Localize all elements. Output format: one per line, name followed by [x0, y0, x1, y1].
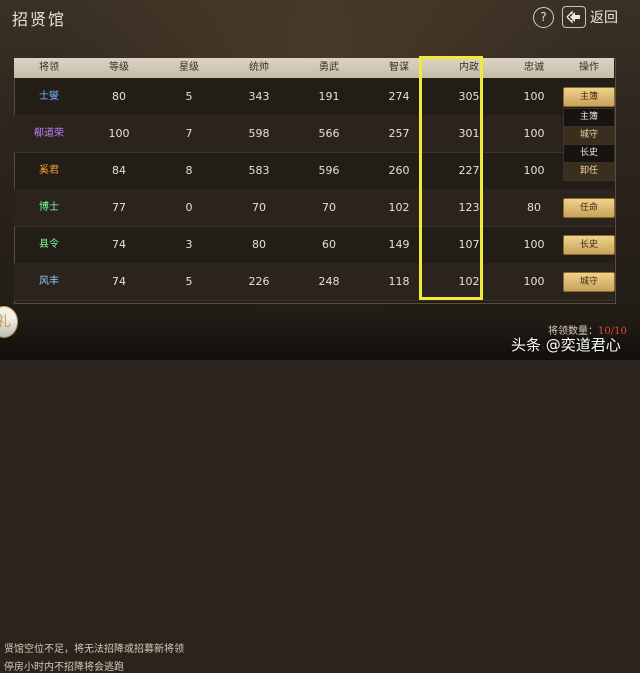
- dropdown-item-zhubu[interactable]: 主簿: [563, 108, 615, 127]
- header-action: 操作: [579, 62, 599, 73]
- general-valor: 60: [322, 238, 336, 251]
- general-valor: 566: [318, 127, 340, 140]
- header-name: 将领: [39, 62, 59, 73]
- general-command: 583: [248, 164, 270, 177]
- general-name: 士燮: [39, 91, 59, 102]
- window-title: 招贤馆: [12, 10, 67, 29]
- table-row[interactable]: 风丰 74 5 226 248 118 102 100 城守: [14, 263, 615, 301]
- general-valor: 70: [322, 201, 336, 214]
- dropdown-item-zhangshi[interactable]: 长史: [563, 144, 615, 163]
- header-valor: 勇武: [319, 62, 339, 73]
- action-button[interactable]: 长史: [563, 235, 615, 255]
- action-button[interactable]: 任命: [563, 198, 615, 218]
- general-valor: 596: [318, 164, 340, 177]
- table-row[interactable]: 县令 74 3 80 60 149 107 100 长史: [14, 226, 615, 264]
- back-label: 返回: [590, 10, 618, 26]
- general-loyalty: 100: [523, 127, 545, 140]
- general-name: 奚君: [39, 165, 59, 176]
- watermark: 头条 @奕道君心: [511, 336, 621, 354]
- general-stars: 3: [185, 238, 193, 251]
- dropdown-item-xieren[interactable]: 卸任: [563, 162, 615, 181]
- general-stars: 0: [185, 201, 193, 214]
- general-loyalty: 80: [527, 201, 541, 214]
- table-row[interactable]: 郗道荣 100 7 598 566 257 301 100: [14, 115, 614, 153]
- table-header: 将领 等级 星级 统帅 勇武 智谋 内政 忠诚 操作: [14, 58, 614, 78]
- footer-warning-line2: 停房小时内不招降将会逃跑: [4, 658, 124, 673]
- title-bar: 招贤馆 ? 返回: [0, 0, 640, 34]
- general-loyalty: 100: [523, 238, 545, 251]
- general-name: 博士: [39, 202, 59, 213]
- general-command: 80: [252, 238, 266, 251]
- footer-line2-prefix: 停房: [4, 662, 24, 673]
- general-name: 郗道荣: [34, 128, 64, 139]
- action-button[interactable]: 主簿: [563, 87, 615, 107]
- table-row[interactable]: 奚君 84 8 583 596 260 227 100: [14, 152, 614, 190]
- general-name: 县令: [39, 239, 59, 250]
- action-button[interactable]: 城守: [563, 272, 615, 292]
- general-level: 84: [112, 164, 126, 177]
- back-button[interactable]: 返回: [562, 5, 634, 28]
- general-level: 77: [112, 201, 126, 214]
- general-command: 343: [248, 90, 270, 103]
- header-command: 统帅: [249, 62, 269, 73]
- politics-column-highlight: [419, 56, 483, 300]
- header-level: 等级: [109, 62, 129, 73]
- dropdown-item-chengshou[interactable]: 城守: [563, 126, 615, 145]
- general-loyalty: 100: [523, 90, 545, 103]
- general-command: 598: [248, 127, 270, 140]
- general-command: 70: [252, 201, 266, 214]
- general-stars: 5: [185, 275, 193, 288]
- general-valor: 191: [318, 90, 340, 103]
- general-level: 74: [112, 238, 126, 251]
- general-stars: 7: [185, 127, 193, 140]
- general-loyalty: 100: [523, 164, 545, 177]
- general-name: 风丰: [39, 276, 59, 287]
- table-row[interactable]: 士燮 80 5 343 191 274 305 100 主簿: [14, 78, 615, 116]
- general-level: 74: [112, 275, 126, 288]
- general-level: 100: [108, 127, 130, 140]
- general-command: 226: [248, 275, 270, 288]
- footer-line2-suffix: 小时内不招降将会逃跑: [24, 662, 124, 673]
- general-stars: 5: [185, 90, 193, 103]
- table-row[interactable]: 博士 77 0 70 70 102 123 80 任命: [14, 189, 615, 227]
- general-valor: 248: [318, 275, 340, 288]
- general-loyalty: 100: [523, 275, 545, 288]
- header-stars: 星级: [179, 62, 199, 73]
- back-arrow-icon: [562, 6, 586, 28]
- help-button[interactable]: ?: [533, 7, 554, 28]
- footer-warning-line1: 贤馆空位不足，将无法招降或招募新将领: [4, 644, 184, 655]
- general-stars: 8: [185, 164, 193, 177]
- general-level: 80: [112, 90, 126, 103]
- header-loyalty: 忠诚: [524, 62, 544, 73]
